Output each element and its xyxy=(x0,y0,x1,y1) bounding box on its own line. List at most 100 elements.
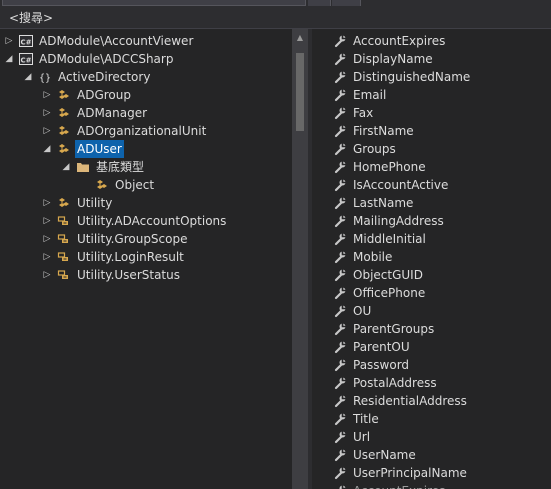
toolbar-button[interactable] xyxy=(332,0,361,6)
member-item[interactable]: MailingAddress xyxy=(312,212,551,230)
tree-node[interactable]: ▷ Utility.LoginResult xyxy=(0,248,292,266)
expanded-arrow-icon[interactable]: ◢ xyxy=(23,68,33,86)
member-item[interactable]: ObjectGUID xyxy=(312,266,551,284)
member-item[interactable]: Title xyxy=(312,410,551,428)
member-label: MiddleInitial xyxy=(353,232,426,246)
member-item[interactable]: Url xyxy=(312,428,551,446)
member-item[interactable]: IsAccountActive xyxy=(312,176,551,194)
member-item[interactable]: ParentGroups xyxy=(312,320,551,338)
tree-node[interactable]: Object xyxy=(0,176,292,194)
tree-node-label: 基底類型 xyxy=(96,160,145,174)
class-icon xyxy=(57,88,71,102)
tree-node[interactable]: ▷ Utility.UserStatus xyxy=(0,266,292,284)
member-label: Title xyxy=(353,412,379,426)
member-label: Groups xyxy=(353,142,396,156)
member-item[interactable]: Groups xyxy=(312,140,551,158)
csharp-project-icon: C# xyxy=(19,34,33,48)
class-icon xyxy=(57,196,71,210)
collapsed-arrow-icon[interactable]: ▷ xyxy=(42,212,52,230)
tree-node[interactable]: ▷ Utility xyxy=(0,194,292,212)
member-item[interactable]: ResidentialAddress xyxy=(312,392,551,410)
members-list-pane[interactable]: AccountExpires DisplayName DistinguishedNa… xyxy=(312,29,551,489)
wrench-icon xyxy=(333,376,347,390)
member-item[interactable]: ParentOU xyxy=(312,338,551,356)
tree-node-label: ADOrganizationalUnit xyxy=(77,124,207,138)
tree-node-label: ADModule\ADCCSharp xyxy=(39,52,174,66)
scrollbar-thumb[interactable] xyxy=(296,53,304,131)
tree-node-label: ActiveDirectory xyxy=(58,70,151,84)
wrench-icon xyxy=(333,70,347,84)
member-label: HomePhone xyxy=(353,160,426,174)
toolbar-button[interactable] xyxy=(308,0,331,6)
member-item[interactable]: OU xyxy=(312,302,551,320)
folder-icon xyxy=(76,160,90,174)
tree-node[interactable]: ◢ {} ActiveDirectory xyxy=(0,68,292,86)
member-label: Fax xyxy=(353,106,374,120)
member-item[interactable]: DistinguishedName xyxy=(312,68,551,86)
expanded-arrow-icon[interactable]: ◢ xyxy=(4,50,14,68)
member-item[interactable]: OfficePhone xyxy=(312,284,551,302)
toolbar-dropdown[interactable] xyxy=(2,0,306,6)
wrench-icon xyxy=(333,232,347,246)
member-label: FirstName xyxy=(353,124,414,138)
tree-node-label: ADGroup xyxy=(77,88,131,102)
member-item[interactable]: AccountExpires xyxy=(312,482,551,489)
tree-node[interactable]: ◢ 基底類型 xyxy=(0,158,292,176)
collapsed-arrow-icon[interactable]: ▷ xyxy=(42,194,52,212)
member-item[interactable]: DisplayName xyxy=(312,50,551,68)
search-input[interactable]: <搜尋> xyxy=(9,11,53,26)
member-item[interactable]: UserPrincipalName xyxy=(312,464,551,482)
member-label: OfficePhone xyxy=(353,286,426,300)
scroll-up-icon[interactable]: ▲ xyxy=(292,31,308,45)
tree-node[interactable]: ▷ Utility.ADAccountOptions xyxy=(0,212,292,230)
enum-icon xyxy=(57,232,71,246)
member-item[interactable]: HomePhone xyxy=(312,158,551,176)
member-label: DistinguishedName xyxy=(353,70,471,84)
objects-tree-pane[interactable]: ▷ C# ADModule\AccountViewer ◢ C# ADModule\ADC… xyxy=(0,29,292,489)
member-label: Email xyxy=(353,88,387,102)
tree-scrollbar[interactable]: ▲ xyxy=(292,29,308,489)
svg-text:C#: C# xyxy=(20,39,31,47)
member-item[interactable]: AccountExpires xyxy=(312,32,551,50)
member-label: ObjectGUID xyxy=(353,268,423,282)
wrench-icon xyxy=(333,484,347,489)
collapsed-arrow-icon[interactable]: ▷ xyxy=(42,122,52,140)
member-item[interactable]: Mobile xyxy=(312,248,551,266)
collapsed-arrow-icon[interactable]: ▷ xyxy=(42,248,52,266)
member-item[interactable]: UserName xyxy=(312,446,551,464)
tree-node[interactable]: ◢ C# ADModule\ADCCSharp xyxy=(0,50,292,68)
collapsed-arrow-icon[interactable]: ▷ xyxy=(42,266,52,284)
member-item[interactable]: Email xyxy=(312,86,551,104)
collapsed-arrow-icon[interactable]: ▷ xyxy=(42,86,52,104)
member-item[interactable]: MiddleInitial xyxy=(312,230,551,248)
wrench-icon xyxy=(333,214,347,228)
class-icon xyxy=(95,178,109,192)
tree-node[interactable]: ▷ ADGroup xyxy=(0,86,292,104)
member-label: PostalAddress xyxy=(353,376,437,390)
expanded-arrow-icon[interactable]: ◢ xyxy=(61,158,71,176)
svg-text:C#: C# xyxy=(20,57,31,65)
member-item[interactable]: FirstName xyxy=(312,122,551,140)
member-item[interactable]: LastName xyxy=(312,194,551,212)
enum-icon xyxy=(57,214,71,228)
tree-node[interactable]: ▷ ADOrganizationalUnit xyxy=(0,122,292,140)
tree-node[interactable]: ▷ C# ADModule\AccountViewer xyxy=(0,32,292,50)
wrench-icon xyxy=(333,250,347,264)
collapsed-arrow-icon[interactable]: ▷ xyxy=(42,104,52,122)
tree-node-label: Object xyxy=(115,178,155,192)
class-view-window: <搜尋> ▷ C# ADModule\AccountViewer ◢ C# ADModul… xyxy=(0,0,551,489)
expanded-arrow-icon[interactable]: ◢ xyxy=(42,140,52,158)
collapsed-arrow-icon[interactable]: ▷ xyxy=(4,32,14,50)
member-item[interactable]: PostalAddress xyxy=(312,374,551,392)
tree-node[interactable]: ▷ ADManager xyxy=(0,104,292,122)
wrench-icon xyxy=(333,322,347,336)
tree-node[interactable]: ◢ ADUser xyxy=(0,140,292,158)
wrench-icon xyxy=(333,178,347,192)
member-item[interactable]: Password xyxy=(312,356,551,374)
member-item[interactable]: Fax xyxy=(312,104,551,122)
wrench-icon xyxy=(333,340,347,354)
wrench-icon xyxy=(333,268,347,282)
member-label: MailingAddress xyxy=(353,214,444,228)
tree-node[interactable]: ▷ Utility.GroupScope xyxy=(0,230,292,248)
collapsed-arrow-icon[interactable]: ▷ xyxy=(42,230,52,248)
